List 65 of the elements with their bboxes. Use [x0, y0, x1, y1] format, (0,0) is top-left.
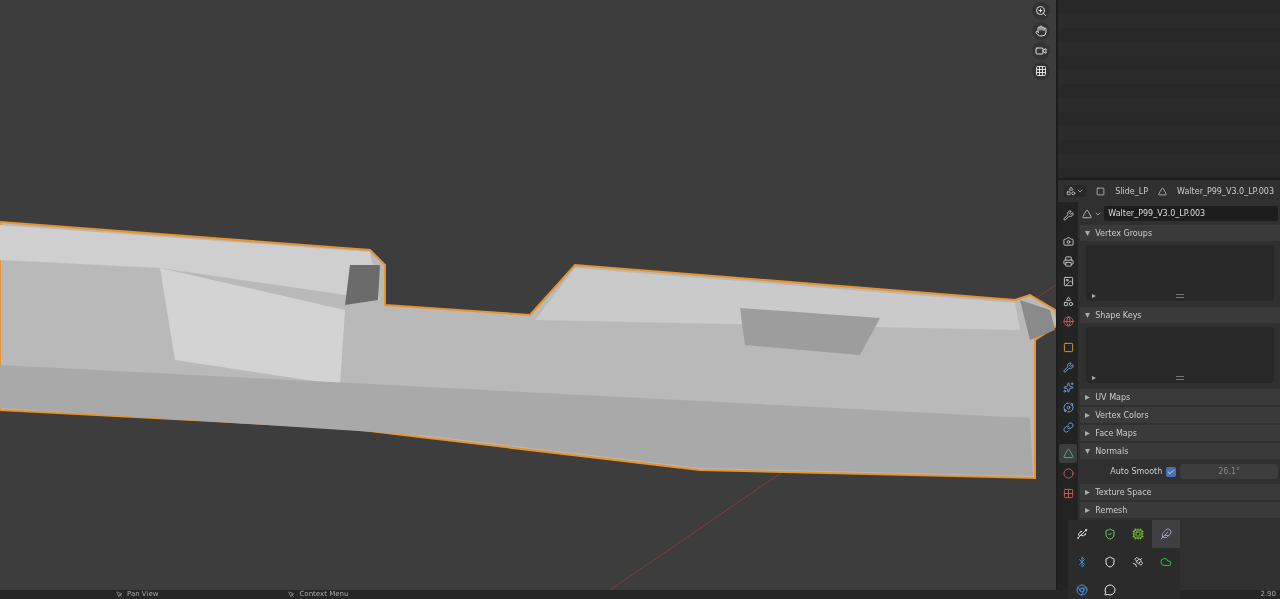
mesh-name: Walter_P99_V3.0_LP.003 [1177, 186, 1274, 196]
expand-arrow-icon [1085, 489, 1091, 495]
cloud-icon [1160, 556, 1172, 568]
mesh-name-field[interactable]: Walter_P99_V3.0_LP.003 [1104, 206, 1278, 221]
panel-header[interactable]: UV Maps [1080, 389, 1280, 405]
check-icon [1167, 467, 1176, 476]
output-icon [1062, 256, 1074, 267]
camera-icon[interactable] [1032, 42, 1051, 60]
tray-item[interactable] [1152, 520, 1180, 548]
expand-arrow-icon [1085, 412, 1091, 418]
usb-icon [1076, 528, 1088, 540]
editor-type-icon [1066, 186, 1077, 196]
texture-icon [1062, 488, 1074, 499]
object-icon [1096, 186, 1106, 196]
mouse-icon [116, 591, 123, 598]
render-icon [1062, 236, 1074, 247]
expand-arrow-icon[interactable] [1092, 294, 1097, 298]
expand-arrow-icon [1085, 394, 1091, 400]
world-icon [1062, 316, 1074, 327]
chip-icon [1132, 528, 1144, 540]
object-name: Slide_LP [1115, 186, 1149, 196]
particles-icon [1062, 382, 1074, 393]
chevron-icon [1076, 187, 1085, 195]
material-icon [1062, 468, 1074, 479]
panel-header[interactable]: Normals [1080, 443, 1280, 459]
physics-icon [1062, 402, 1074, 413]
mesh-icon [1158, 186, 1168, 196]
panel-header[interactable]: Vertex Groups [1080, 225, 1280, 241]
mouse-icon [288, 591, 296, 598]
chat-icon [1104, 584, 1116, 596]
satellite-icon [1132, 556, 1144, 568]
panel-header[interactable]: Face Maps [1080, 425, 1280, 441]
zoom-icon[interactable] [1032, 2, 1051, 20]
collapse-arrow-icon [1085, 312, 1091, 318]
object-icon [1062, 342, 1074, 353]
tool-icon [1062, 210, 1074, 221]
expand-arrow-icon[interactable] [1092, 376, 1097, 380]
shield-check-icon [1104, 528, 1116, 540]
data-icon [1062, 448, 1074, 459]
expand-arrow-icon [1085, 507, 1091, 513]
mesh-icon [1082, 208, 1093, 219]
auto-smooth-label: Auto Smooth [1110, 467, 1163, 476]
resize-grip-icon[interactable] [1176, 294, 1185, 298]
3d-viewport[interactable] [0, 0, 1057, 590]
viewlayer-icon [1062, 276, 1074, 287]
hand-icon[interactable] [1032, 22, 1051, 40]
panel-header[interactable]: Remesh [1080, 502, 1280, 518]
feather-icon [1160, 528, 1172, 540]
scene-icon [1062, 296, 1074, 307]
collapse-arrow-icon [1085, 230, 1091, 236]
auto-smooth-checkbox[interactable] [1166, 466, 1177, 477]
expand-arrow-icon [1085, 430, 1091, 436]
panel-header[interactable]: Vertex Colors [1080, 407, 1280, 423]
shield-icon [1104, 556, 1116, 568]
bluetooth-icon [1076, 556, 1088, 568]
constraints-icon [1062, 422, 1074, 433]
browser-icon [1076, 584, 1088, 596]
modifiers-icon [1062, 362, 1074, 373]
panel-header[interactable]: Texture Space [1080, 484, 1280, 500]
editor-type-button[interactable] [1064, 185, 1087, 197]
resize-grip-icon[interactable] [1176, 376, 1185, 380]
panel-header[interactable]: Shape Keys [1080, 307, 1280, 323]
collapse-arrow-icon [1085, 448, 1091, 454]
grid-icon[interactable] [1032, 62, 1051, 80]
data-tab[interactable] [1059, 444, 1078, 463]
